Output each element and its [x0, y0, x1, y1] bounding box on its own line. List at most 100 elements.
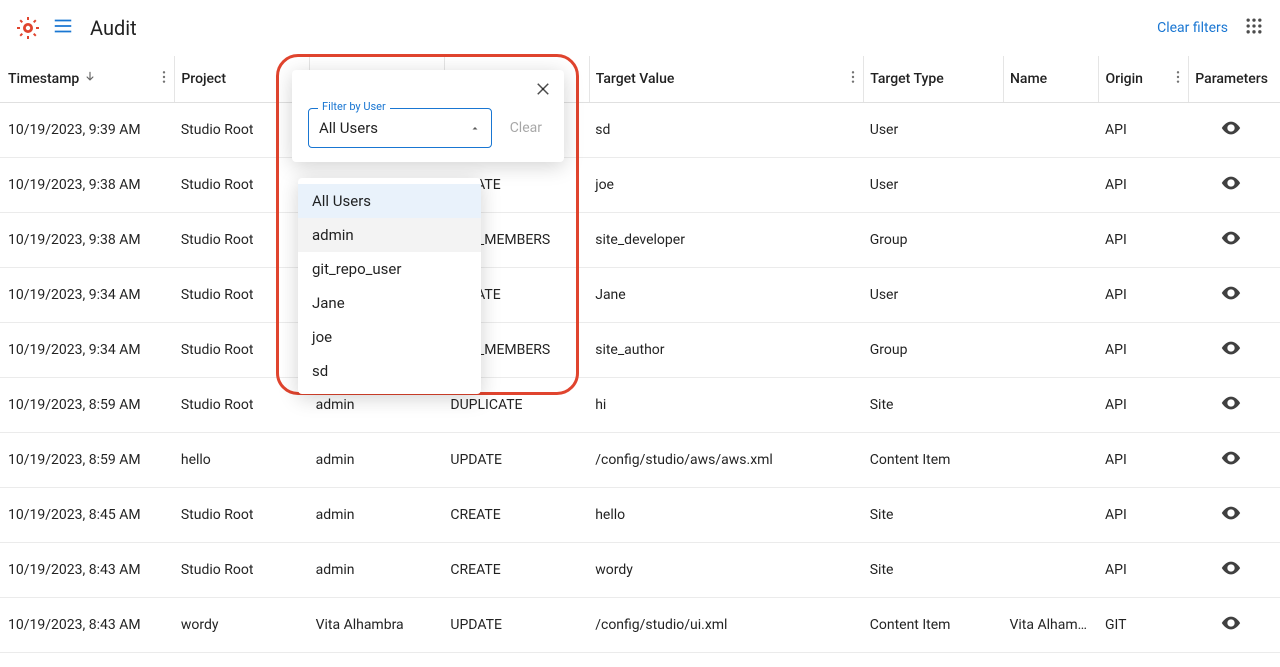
page-title: Audit	[90, 16, 137, 40]
cell-parameters	[1189, 433, 1280, 488]
cell-project: Studio Root	[175, 103, 310, 158]
cell-timestamp: 10/19/2023, 8:43 AM	[0, 543, 175, 598]
col-header-label: Project	[181, 71, 226, 87]
view-icon[interactable]	[1220, 612, 1242, 634]
table-row: 10/19/2023, 8:59 AMhelloadminUPDATE/conf…	[0, 433, 1280, 488]
cell-timestamp: 10/19/2023, 8:45 AM	[0, 488, 175, 543]
table-row: 10/19/2023, 9:38 AMStudio RootadminADD_M…	[0, 213, 1280, 268]
column-menu-icon[interactable]	[1170, 69, 1186, 89]
view-icon[interactable]	[1220, 337, 1242, 359]
menu-icon[interactable]	[52, 15, 74, 41]
cell-parameters	[1189, 598, 1280, 653]
cell-target-value: Jane	[589, 268, 864, 323]
clear-filters-link[interactable]: Clear filters	[1157, 20, 1228, 36]
filter-select-value: All Users	[319, 119, 378, 137]
view-icon[interactable]	[1220, 172, 1242, 194]
view-icon[interactable]	[1220, 392, 1242, 414]
col-header-label: Name	[1010, 71, 1047, 87]
cell-target-value: /config/studio/aws/aws.xml	[589, 433, 864, 488]
cell-project: Studio Root	[175, 158, 310, 213]
cell-target-value: wordy	[589, 543, 864, 598]
cell-origin: API	[1099, 378, 1189, 433]
filter-popover: Filter by User All Users Clear	[292, 70, 564, 162]
col-header-project[interactable]: Project	[175, 56, 310, 103]
cell-origin: API	[1099, 433, 1189, 488]
col-header-name[interactable]: Name	[1003, 56, 1099, 103]
cell-parameters	[1189, 103, 1280, 158]
cell-timestamp: 10/19/2023, 8:43 AM	[0, 598, 175, 653]
cell-target-type: Content Item	[864, 598, 1004, 653]
cell-origin: API	[1099, 323, 1189, 378]
dropdown-option[interactable]: Jane	[298, 286, 481, 320]
table-row: 10/19/2023, 9:38 AMStudio RootadminCREAT…	[0, 158, 1280, 213]
view-icon[interactable]	[1220, 447, 1242, 469]
cell-timestamp: 10/19/2023, 9:34 AM	[0, 323, 175, 378]
cell-timestamp: 10/19/2023, 8:59 AM	[0, 433, 175, 488]
view-icon[interactable]	[1220, 227, 1242, 249]
apps-icon[interactable]	[1244, 16, 1264, 40]
view-icon[interactable]	[1220, 502, 1242, 524]
col-header-origin[interactable]: Origin	[1099, 56, 1189, 103]
table-row: 10/19/2023, 9:39 AMStudio RootadminCREAT…	[0, 103, 1280, 158]
cell-origin: API	[1099, 488, 1189, 543]
cell-name	[1003, 323, 1099, 378]
filter-dropdown: All Usersadmingit_repo_userJanejoesd	[298, 178, 481, 394]
view-icon[interactable]	[1220, 282, 1242, 304]
close-icon[interactable]	[534, 80, 552, 102]
col-header-parameters[interactable]: Parameters	[1189, 56, 1280, 103]
table-row: 10/19/2023, 8:43 AMwordyVita AlhambraUPD…	[0, 598, 1280, 653]
view-icon[interactable]	[1220, 117, 1242, 139]
col-header-label: Origin	[1105, 71, 1142, 87]
filter-clear-button[interactable]: Clear	[504, 120, 548, 136]
cell-target-value: sd	[589, 103, 864, 158]
dropdown-option[interactable]: git_repo_user	[298, 252, 481, 286]
cell-target-type: Site	[864, 543, 1004, 598]
cell-target-value: /config/studio/ui.xml	[589, 598, 864, 653]
cell-project: wordy	[175, 598, 310, 653]
cell-origin: API	[1099, 268, 1189, 323]
cell-origin: GIT	[1099, 598, 1189, 653]
pagination: Rows per page: 10 1–10 of 449	[0, 653, 1280, 667]
cell-timestamp: 10/19/2023, 9:34 AM	[0, 268, 175, 323]
cell-target-type: User	[864, 103, 1004, 158]
cell-parameters	[1189, 543, 1280, 598]
brand-logo	[16, 16, 40, 40]
table-row: 10/19/2023, 9:34 AMStudio RootadminCREAT…	[0, 268, 1280, 323]
cell-target-type: User	[864, 158, 1004, 213]
cell-target-value: hello	[589, 488, 864, 543]
filter-user-select[interactable]: All Users	[308, 108, 492, 148]
cell-target-value: hi	[589, 378, 864, 433]
table-row: 10/19/2023, 9:34 AMStudio RootadminADD_M…	[0, 323, 1280, 378]
cell-target-value: joe	[589, 158, 864, 213]
cell-project: Studio Root	[175, 268, 310, 323]
cell-target-type: User	[864, 268, 1004, 323]
cell-project: Studio Root	[175, 543, 310, 598]
view-icon[interactable]	[1220, 557, 1242, 579]
cell-timestamp: 10/19/2023, 9:38 AM	[0, 158, 175, 213]
col-header-label: Parameters	[1195, 71, 1268, 87]
cell-parameters	[1189, 268, 1280, 323]
column-menu-icon[interactable]	[156, 69, 172, 89]
col-header-label: Target Type	[870, 71, 943, 87]
column-menu-icon[interactable]	[845, 69, 861, 89]
cell-name	[1003, 488, 1099, 543]
cell-parameters	[1189, 378, 1280, 433]
table-row: 10/19/2023, 8:43 AMStudio RootadminCREAT…	[0, 543, 1280, 598]
audit-table: Timestamp Project User Operation Target …	[0, 56, 1280, 653]
dropdown-option[interactable]: joe	[298, 320, 481, 354]
cell-user: Vita Alhambra	[310, 598, 445, 653]
col-header-target-type[interactable]: Target Type	[864, 56, 1004, 103]
cell-parameters	[1189, 323, 1280, 378]
table-row: 10/19/2023, 8:59 AMStudio RootadminDUPLI…	[0, 378, 1280, 433]
dropdown-option[interactable]: admin	[298, 218, 481, 252]
cell-user: admin	[310, 543, 445, 598]
cell-origin: API	[1099, 213, 1189, 268]
dropdown-option[interactable]: All Users	[298, 184, 481, 218]
dropdown-option[interactable]: sd	[298, 354, 481, 388]
sort-desc-icon	[83, 70, 97, 88]
col-header-target-value[interactable]: Target Value	[589, 56, 864, 103]
filter-select-label: Filter by User	[318, 100, 390, 113]
cell-name	[1003, 433, 1099, 488]
cell-project: hello	[175, 433, 310, 488]
col-header-timestamp[interactable]: Timestamp	[0, 56, 175, 103]
